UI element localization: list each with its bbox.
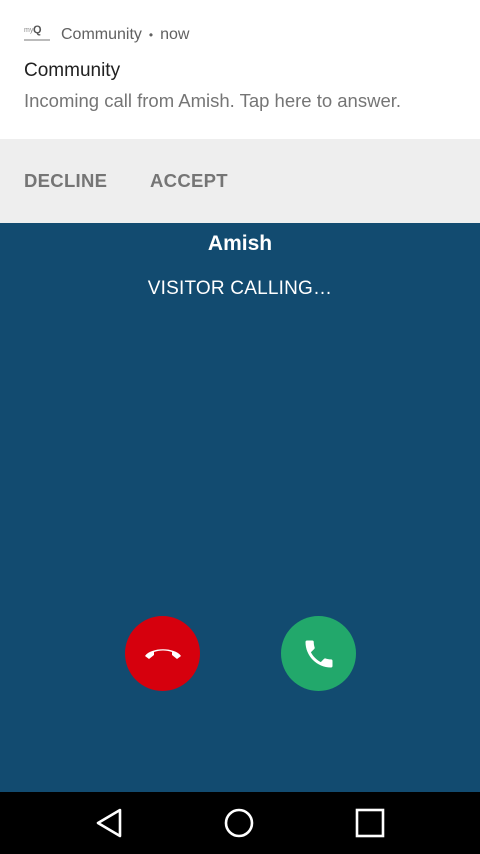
recents-button[interactable]	[352, 805, 388, 841]
myq-community-logo-icon: my Q	[24, 24, 50, 44]
home-button[interactable]	[221, 805, 257, 841]
accept-call-button[interactable]	[281, 616, 356, 691]
navigation-bar	[0, 792, 480, 854]
notification-separator: •	[148, 28, 154, 42]
notification-accept-button[interactable]: ACCEPT	[150, 170, 228, 192]
notification-header: my Q Community • now	[24, 24, 190, 44]
call-notification[interactable]: my Q Community • now Community Incoming c…	[0, 0, 480, 139]
call-status: VISITOR CALLING…	[147, 278, 333, 299]
phone-icon	[305, 640, 332, 667]
notification-decline-button[interactable]: DECLINE	[24, 170, 107, 192]
notification-actions: DECLINE ACCEPT	[0, 139, 480, 223]
notification-body[interactable]: Incoming call from Amish. Tap here to an…	[24, 90, 401, 112]
hang-up-icon	[144, 648, 181, 659]
caller-name: Amish	[207, 232, 273, 255]
notification-time: now	[160, 26, 190, 43]
notification-title: Community	[24, 60, 121, 81]
home-icon	[224, 808, 254, 838]
recents-icon	[355, 808, 385, 838]
back-icon	[96, 808, 122, 838]
back-button[interactable]	[91, 805, 127, 841]
decline-call-button[interactable]	[125, 616, 200, 691]
notification-app-name: Community	[61, 26, 142, 43]
